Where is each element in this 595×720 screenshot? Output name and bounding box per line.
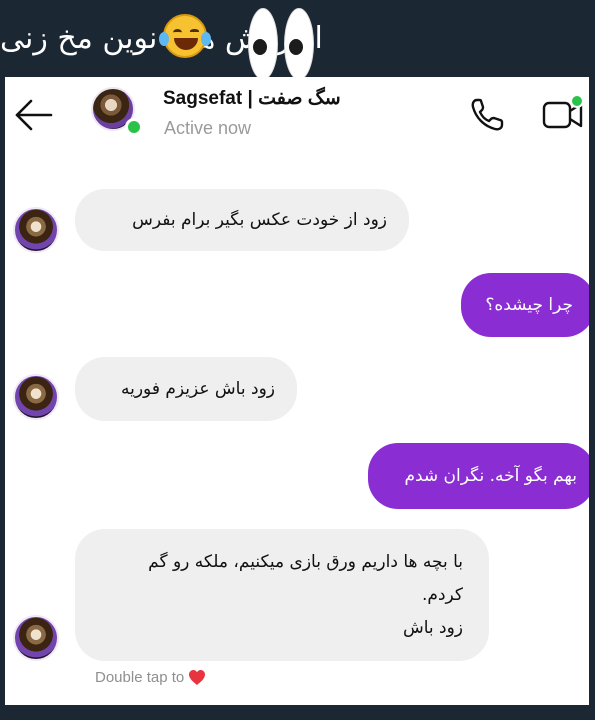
double-tap-label: Double tap to (95, 669, 185, 686)
message-line: زود باش (402, 618, 463, 638)
outgoing-message[interactable]: بهم بگو آخه. نگران شدم (368, 443, 589, 509)
sender-avatar[interactable] (13, 615, 59, 661)
chat-header: Sagsefat | سگ صفت Active now (5, 77, 589, 157)
outgoing-message[interactable]: چرا چیشده؟ (461, 273, 589, 337)
contact-name[interactable]: Sagsefat | سگ صفت (163, 87, 341, 110)
double-tap-hint: Double tap to (95, 669, 206, 686)
incoming-message[interactable]: زود از خودت عکس بگیر برام بفرس (75, 189, 409, 251)
online-status-dot-icon (125, 118, 143, 136)
contact-status: Active now (164, 118, 252, 138)
incoming-message[interactable]: زود باش عزیزم فوریه (75, 357, 297, 421)
heart-icon[interactable] (188, 669, 206, 686)
sender-avatar[interactable] (13, 207, 59, 253)
message-line: کردم. (422, 585, 463, 605)
screenshot-frame: از روش های نوین مخ زنی Sagsefat | سگ صفت… (0, 0, 595, 720)
video-call-icon[interactable] (541, 93, 585, 133)
chat-screen: Sagsefat | سگ صفت Active now زود از خودت… (5, 77, 589, 705)
incoming-message-multiline[interactable]: با بچه ها داریم ورق بازی میکنیم، ملکه رو… (75, 529, 489, 661)
sender-avatar[interactable] (13, 374, 59, 420)
phone-call-icon[interactable] (467, 95, 507, 135)
laughing-tears-emoji-icon (159, 14, 211, 58)
message-line: با بچه ها داریم ورق بازی میکنیم، ملکه رو… (148, 552, 463, 572)
back-arrow-icon[interactable] (13, 97, 53, 133)
eyes-emoji-icon (246, 8, 318, 84)
